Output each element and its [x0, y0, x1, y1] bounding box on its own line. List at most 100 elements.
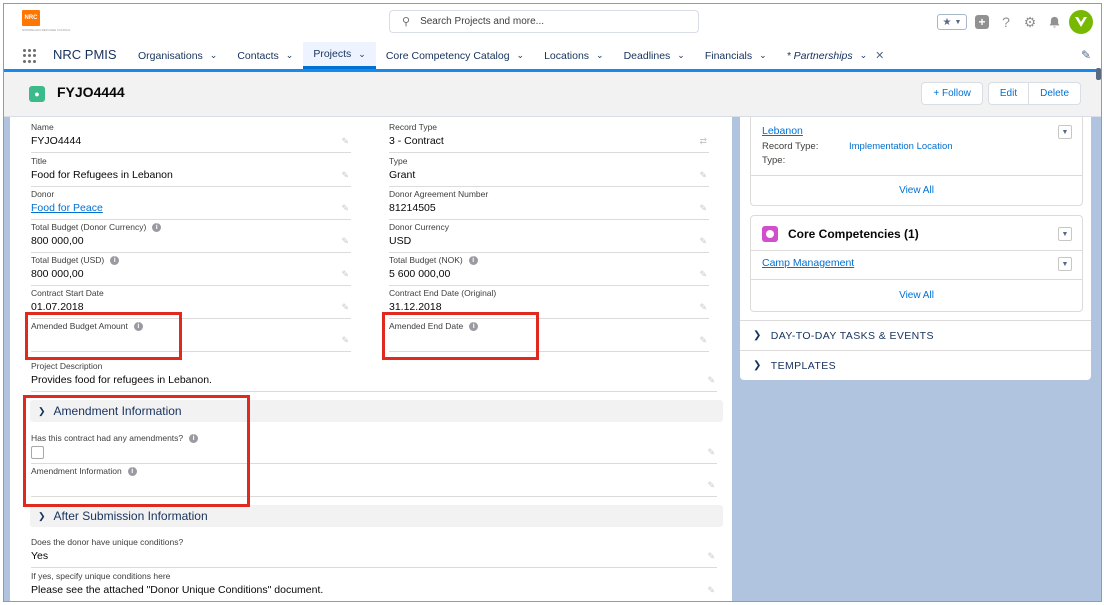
pencil-icon[interactable]: ✎: [341, 269, 349, 280]
field-project-description: Project Description Provides food for re…: [31, 358, 717, 392]
edit-nav-icon[interactable]: ✎: [1081, 48, 1091, 62]
favorites-button[interactable]: ★ ▼: [937, 14, 967, 30]
pencil-icon[interactable]: ✎: [699, 269, 707, 280]
info-icon[interactable]: i: [189, 433, 199, 443]
global-search[interactable]: ⚲: [389, 10, 699, 33]
chevron-down-icon[interactable]: ▼: [1058, 125, 1072, 139]
pencil-icon[interactable]: ✎: [707, 551, 715, 562]
pencil-icon[interactable]: ✎: [707, 375, 715, 386]
field-unique-conditions: Does the donor have unique conditions? Y…: [31, 534, 717, 568]
record-type-label: Record Type:: [762, 141, 819, 152]
tab-label: Financials: [704, 49, 753, 62]
card-divider: [751, 250, 1082, 251]
pencil-icon[interactable]: ✎: [341, 302, 349, 313]
change-record-type-icon[interactable]: ⇄: [699, 136, 707, 147]
section-after-submission-information[interactable]: ❯ After Submission Information: [30, 505, 723, 527]
pencil-icon[interactable]: ✎: [707, 480, 715, 491]
global-actions-button[interactable]: +: [973, 13, 991, 31]
search-input[interactable]: [418, 15, 693, 28]
field-label: Total Budget (USD) i: [31, 255, 120, 265]
tab-label: Locations: [544, 49, 590, 62]
bell-icon[interactable]: [1045, 13, 1063, 31]
tab-financials[interactable]: Financials ⌄: [695, 42, 777, 69]
tab-core-competency-catalog[interactable]: Core Competency Catalog ⌄: [376, 42, 534, 69]
tab-locations[interactable]: Locations ⌄: [534, 42, 614, 69]
tab-label: * Partnerships: [786, 49, 853, 62]
field-value: Please see the attached "Donor Unique Co…: [31, 584, 324, 596]
field-label: Total Budget (Donor Currency) i: [31, 222, 162, 232]
field-donor-agreement-number: Donor Agreement Number 81214505 ✎: [389, 186, 709, 220]
field-total-budget-usd: Total Budget (USD) i 800 000,00 ✎: [31, 252, 351, 286]
delete-button[interactable]: Delete: [1029, 82, 1081, 105]
tab-label: Organisations: [138, 49, 203, 62]
tab-partnerships[interactable]: * Partnerships ⌄ ✕: [777, 42, 895, 69]
related-sidebar: Lebanon ▼ Record Type: Implementation Lo…: [740, 117, 1091, 380]
app-launcher-icon[interactable]: [23, 49, 37, 63]
amendments-checkbox[interactable]: [31, 446, 44, 459]
field-label-text: Has this contract had any amendments?: [31, 433, 184, 443]
pencil-icon[interactable]: ✎: [699, 335, 707, 346]
tab-projects[interactable]: Projects ⌄: [303, 42, 376, 69]
record-detail-panel: Name FYJO4444 ✎ Record Type 3 - Contract…: [10, 117, 732, 601]
info-icon[interactable]: i: [469, 321, 479, 331]
chevron-down-icon[interactable]: ⌄: [860, 50, 868, 61]
chevron-down-icon[interactable]: ▼: [1058, 227, 1072, 241]
pencil-icon[interactable]: ✎: [341, 203, 349, 214]
tab-organisations[interactable]: Organisations ⌄: [128, 42, 227, 69]
app-window: NRC NORWEGIAN REFUGEE COUNCIL ⚲ ★▼ + ? ⚙: [3, 3, 1102, 602]
scrollbar[interactable]: [1096, 68, 1101, 80]
follow-button[interactable]: + Follow: [921, 82, 983, 105]
close-icon[interactable]: ✕: [875, 49, 884, 62]
field-title: Title Food for Refugees in Lebanon ✎: [31, 153, 351, 187]
nrc-logo[interactable]: NRC NORWEGIAN REFUGEE COUNCIL: [22, 10, 70, 34]
section-amendment-information[interactable]: ❯ Amendment Information: [30, 400, 723, 422]
view-all-link[interactable]: View All: [751, 185, 1082, 196]
field-label: Donor Currency: [389, 222, 449, 232]
pencil-icon[interactable]: ✎: [699, 236, 707, 247]
pencil-icon[interactable]: ✎: [341, 136, 349, 147]
chevron-down-icon[interactable]: ⌄: [358, 49, 366, 60]
section-day-to-day-tasks[interactable]: ❯ DAY-TO-DAY TASKS & EVENTS: [740, 320, 1091, 350]
info-icon[interactable]: i: [110, 255, 120, 265]
gear-icon[interactable]: ⚙: [1021, 13, 1039, 31]
tab-deadlines[interactable]: Deadlines ⌄: [614, 42, 695, 69]
tab-label: Projects: [313, 48, 352, 60]
pencil-icon[interactable]: ✎: [699, 203, 707, 214]
pencil-icon[interactable]: ✎: [341, 335, 349, 346]
help-icon[interactable]: ?: [997, 13, 1015, 31]
avatar[interactable]: [1069, 10, 1093, 34]
field-total-budget-donor: Total Budget (Donor Currency) i 800 000,0…: [31, 219, 351, 253]
type-label: Type:: [762, 155, 786, 166]
tab-contacts[interactable]: Contacts ⌄: [227, 42, 303, 69]
location-link[interactable]: Lebanon: [762, 125, 803, 137]
donor-link[interactable]: Food for Peace: [31, 202, 103, 214]
edit-button[interactable]: Edit: [987, 82, 1030, 105]
chevron-down-icon[interactable]: ⌄: [517, 50, 525, 61]
chevron-down-icon[interactable]: ⌄: [286, 50, 294, 61]
pencil-icon[interactable]: ✎: [699, 302, 707, 313]
info-icon[interactable]: i: [127, 466, 137, 476]
chevron-down-icon[interactable]: ⌄: [210, 50, 218, 61]
field-label: Name: [31, 122, 54, 132]
field-amended-budget-amount: Amended Budget Amount i ✎: [31, 318, 351, 352]
pencil-icon[interactable]: ✎: [699, 170, 707, 181]
info-icon[interactable]: i: [133, 321, 143, 331]
field-label: Amended Budget Amount i: [31, 321, 143, 331]
field-label: Type: [389, 156, 408, 166]
pencil-icon[interactable]: ✎: [341, 236, 349, 247]
info-icon[interactable]: i: [468, 255, 478, 265]
camp-management-link[interactable]: Camp Management: [762, 257, 854, 269]
chevron-down-icon[interactable]: ⌄: [759, 50, 767, 61]
info-icon[interactable]: i: [152, 222, 162, 232]
chevron-down-icon[interactable]: ⌄: [596, 50, 604, 61]
chevron-down-icon[interactable]: ▼: [1058, 257, 1072, 271]
record-title: FYJO4444: [57, 84, 125, 100]
section-templates[interactable]: ❯ TEMPLATES: [740, 350, 1091, 380]
pencil-icon[interactable]: ✎: [707, 585, 715, 596]
pencil-icon[interactable]: ✎: [341, 170, 349, 181]
pencil-icon[interactable]: ✎: [707, 447, 715, 458]
chevron-down-icon[interactable]: ⌄: [677, 50, 685, 61]
view-all-link[interactable]: View All: [751, 290, 1082, 301]
field-label: Project Description: [31, 361, 103, 371]
card-divider: [751, 175, 1082, 176]
